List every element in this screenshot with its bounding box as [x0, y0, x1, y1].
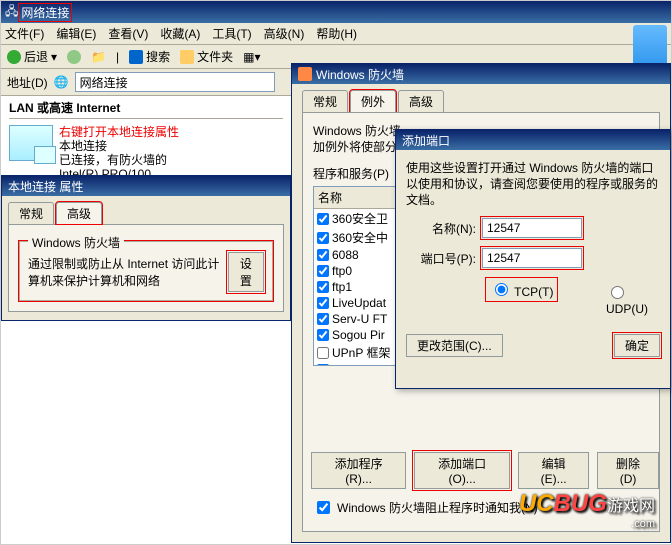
- list-item[interactable]: ftp1: [314, 279, 402, 295]
- menu-view[interactable]: 查看(V): [108, 25, 148, 42]
- list-item-label: LiveUpdat: [332, 296, 386, 310]
- watermark-logo: UCBUG游戏网 .com: [519, 490, 655, 530]
- list-item-checkbox[interactable]: [317, 232, 329, 244]
- groupbox-desc: 通过限制或防止从 Internet 访问此计算机来保护计算机和网络: [28, 255, 220, 289]
- firewall-groupbox: Windows 防火墙 通过限制或防止从 Internet 访问此计算机来保护计…: [19, 241, 273, 301]
- programs-listbox[interactable]: 名称 360安全卫 360安全中 6088 ftp0 ftp1 LiveUpdat Serv…: [313, 186, 403, 366]
- add-port-titlebar: 添加端口: [396, 130, 670, 150]
- list-item[interactable]: Sogou Pir: [314, 327, 402, 343]
- search-icon: [129, 50, 143, 64]
- udp-radio[interactable]: UDP(U): [606, 283, 660, 316]
- list-item-checkbox[interactable]: [317, 297, 329, 309]
- views-button[interactable]: ▦▾: [243, 50, 260, 64]
- folder-icon: [180, 50, 194, 64]
- shield-icon: [298, 67, 312, 81]
- menu-tools[interactable]: 工具(T): [212, 25, 251, 42]
- change-scope-button[interactable]: 更改范围(C)...: [406, 334, 503, 357]
- network-connections-panel: LAN 或高速 Internet 右键打开本地连接属性 本地连接 已连接，有防火…: [9, 97, 283, 181]
- notify-label: Windows 防火墙阻止程序时通知我(N): [337, 499, 538, 516]
- list-item[interactable]: web: [314, 362, 402, 366]
- add-port-desc: 使用这些设置打开通过 Windows 防火墙的端口以使用和协议，请查阅您要使用的…: [406, 160, 660, 208]
- port-name-input[interactable]: [482, 218, 582, 238]
- fw-tab-advanced[interactable]: 高级: [398, 90, 444, 112]
- connection-status: 已连接，有防火墙的: [59, 153, 167, 167]
- network-adapter-icon: [9, 125, 53, 161]
- connection-name: 本地连接: [59, 139, 107, 153]
- list-item-label: ftp1: [332, 280, 352, 294]
- firewall-titlebar: Windows 防火墙: [292, 64, 670, 84]
- list-item-label: 360安全中: [332, 229, 388, 246]
- list-item[interactable]: Serv-U FT: [314, 311, 402, 327]
- list-item-label: 6088: [332, 248, 359, 262]
- list-item[interactable]: 360安全中: [314, 228, 402, 247]
- search-button[interactable]: 搜索: [129, 48, 170, 65]
- list-item[interactable]: 6088: [314, 247, 402, 263]
- menu-fav[interactable]: 收藏(A): [160, 25, 200, 42]
- ok-button[interactable]: 确定: [614, 334, 660, 357]
- protocol-radio-group: TCP(T): [486, 278, 557, 301]
- windows-logo-icon: [633, 25, 667, 65]
- list-item-label: 360安全卫: [332, 210, 388, 227]
- list-header-name[interactable]: 名称: [314, 187, 402, 209]
- groupbox-title: Windows 防火墙: [28, 234, 124, 251]
- window-title: 网络连接: [18, 3, 72, 22]
- tcp-radio[interactable]: TCP(T): [490, 280, 553, 299]
- list-item-label: ftp0: [332, 264, 352, 278]
- menu-advanced[interactable]: 高级(N): [264, 25, 305, 42]
- list-item-label: web: [332, 363, 354, 366]
- list-item-checkbox[interactable]: [317, 329, 329, 341]
- folders-button[interactable]: 文件夹: [180, 48, 233, 65]
- properties-titlebar: 本地连接 属性: [2, 176, 290, 196]
- list-item-checkbox[interactable]: [317, 281, 329, 293]
- add-port-dialog: 添加端口 使用这些设置打开通过 Windows 防火墙的端口以使用和协议，请查阅…: [395, 129, 671, 389]
- fw-tab-exceptions[interactable]: 例外: [350, 90, 396, 112]
- list-item-checkbox[interactable]: [317, 249, 329, 261]
- list-item-checkbox[interactable]: [317, 347, 329, 359]
- tab-general[interactable]: 常规: [8, 202, 54, 224]
- list-item-checkbox[interactable]: [317, 364, 329, 366]
- list-item-checkbox[interactable]: [317, 265, 329, 277]
- list-item[interactable]: UPnP 框架: [314, 343, 402, 362]
- list-item-label: Sogou Pir: [332, 328, 385, 342]
- address-label: 地址(D): [7, 74, 48, 91]
- add-port-button[interactable]: 添加端口(O)...: [414, 452, 510, 489]
- category-heading: LAN 或高速 Internet: [9, 97, 283, 119]
- name-label: 名称(N):: [406, 220, 476, 237]
- list-item[interactable]: ftp0: [314, 263, 402, 279]
- delete-button[interactable]: 删除(D): [597, 452, 659, 489]
- netconn-icon: 🖧: [5, 2, 18, 23]
- tab-advanced[interactable]: 高级: [56, 202, 102, 224]
- edit-button[interactable]: 编辑(E)...: [518, 452, 589, 489]
- address-input[interactable]: [75, 72, 275, 92]
- add-program-button[interactable]: 添加程序(R)...: [311, 452, 406, 489]
- forward-button[interactable]: [67, 50, 81, 64]
- list-item-label: UPnP 框架: [332, 344, 390, 361]
- menubar: 文件(F) 编辑(E) 查看(V) 收藏(A) 工具(T) 高级(N) 帮助(H…: [1, 23, 671, 45]
- list-item-label: Serv-U FT: [332, 312, 387, 326]
- fw-tab-general[interactable]: 常规: [302, 90, 348, 112]
- port-label: 端口号(P):: [406, 250, 476, 267]
- local-connection-item[interactable]: 右键打开本地连接属性 本地连接 已连接，有防火墙的 Intel(R) PRO/1…: [9, 125, 283, 181]
- connection-properties-dialog: 本地连接 属性 常规 高级 Windows 防火墙 通过限制或防止从 Inter…: [1, 175, 291, 321]
- up-button[interactable]: 📁: [91, 50, 106, 64]
- explorer-titlebar: 🖧 网络连接: [1, 1, 671, 23]
- notify-checkbox[interactable]: [317, 501, 330, 514]
- back-button[interactable]: 后退 ▾: [7, 48, 57, 65]
- list-item-checkbox[interactable]: [317, 313, 329, 325]
- netconn-icon: 🌐: [54, 75, 69, 89]
- annotation-text: 右键打开本地连接属性: [59, 125, 179, 139]
- menu-help[interactable]: 帮助(H): [316, 25, 357, 42]
- list-item-checkbox[interactable]: [317, 213, 329, 225]
- list-item[interactable]: LiveUpdat: [314, 295, 402, 311]
- settings-button[interactable]: 设置: [228, 252, 264, 292]
- list-item[interactable]: 360安全卫: [314, 209, 402, 228]
- menu-file[interactable]: 文件(F): [5, 25, 44, 42]
- menu-edit[interactable]: 编辑(E): [56, 25, 96, 42]
- port-number-input[interactable]: [482, 248, 582, 268]
- back-icon: [7, 50, 21, 64]
